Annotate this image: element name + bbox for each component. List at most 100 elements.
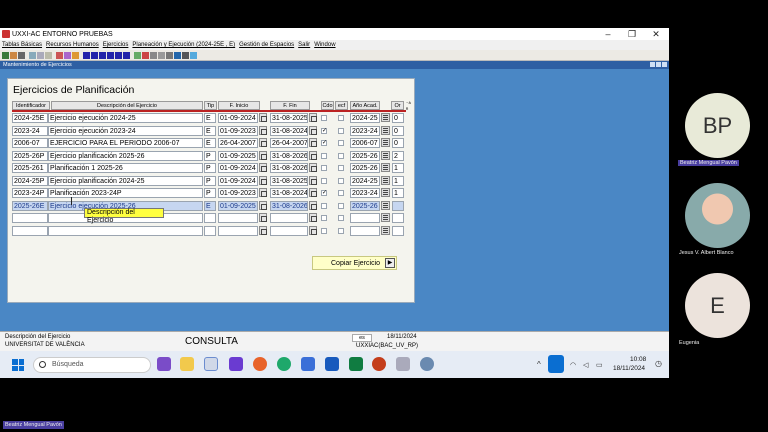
fecha-inicio-field[interactable]: 01-09-2025 (218, 200, 258, 211)
cdo-checkbox[interactable]: ✓ (321, 127, 327, 134)
ecf-checkbox[interactable] (338, 215, 344, 221)
excel-icon[interactable] (349, 357, 363, 371)
help-icon[interactable] (174, 51, 181, 59)
list-of-values-icon[interactable] (381, 138, 390, 147)
list-of-values-icon[interactable] (381, 188, 390, 197)
calendar-icon[interactable] (309, 200, 317, 210)
identificador-field[interactable]: 2025-261 (12, 163, 48, 173)
orden-field[interactable] (392, 225, 404, 236)
identificador-field[interactable]: 2023-24P (12, 188, 48, 198)
tipo-field[interactable] (204, 225, 216, 236)
fecha-fin-field[interactable]: 31-08-2025 (270, 175, 308, 186)
save-icon[interactable] (2, 51, 9, 59)
close-button[interactable]: ✕ (644, 28, 668, 40)
anio-acad-field[interactable]: 2024-25 (350, 113, 380, 123)
ecf-checkbox[interactable] (338, 202, 344, 209)
fecha-inicio-field[interactable]: 01-09-2024 (218, 163, 258, 173)
fecha-inicio-field[interactable] (218, 213, 258, 223)
orden-field[interactable]: 2 (392, 150, 404, 161)
descripcion-field[interactable]: Ejercicio ejecución 2024-25 (48, 113, 203, 123)
calendar-icon[interactable] (259, 213, 267, 222)
notifications-icon[interactable]: ◷ (655, 359, 662, 368)
execute-query-icon[interactable] (64, 51, 71, 59)
calendar-icon[interactable] (309, 163, 317, 172)
fecha-fin-field[interactable]: 31-08-2026 (270, 200, 308, 211)
fecha-inicio-field[interactable]: 01-09-2023 (218, 188, 258, 198)
calendar-icon[interactable] (309, 150, 317, 160)
participant-video-jesus[interactable] (685, 183, 750, 248)
menu-tablas-basicas[interactable]: Tablas Básicas (2, 42, 42, 48)
cdo-checkbox[interactable] (321, 177, 327, 184)
anio-acad-field[interactable]: 2025-26 (350, 163, 380, 173)
orden-field[interactable]: 1 (392, 163, 404, 173)
powerpoint-icon[interactable] (372, 357, 386, 371)
list-of-values-icon[interactable] (381, 150, 390, 160)
ecf-checkbox[interactable] (338, 165, 344, 171)
cdo-checkbox[interactable] (321, 202, 327, 209)
menu-gestion-espacios[interactable]: Gestión de Espacios (239, 42, 294, 48)
edit-icon[interactable] (182, 51, 189, 59)
calendar-icon[interactable] (259, 188, 267, 197)
calendar-icon[interactable] (259, 225, 267, 235)
anio-acad-field[interactable]: 2006-07 (350, 138, 380, 148)
fecha-inicio-field[interactable]: 01-09-2023 (218, 125, 258, 136)
orden-field[interactable] (392, 213, 404, 223)
tipo-field[interactable]: P (204, 163, 216, 173)
fecha-fin-field[interactable]: 26-04-2007 (270, 138, 308, 148)
minimize-button[interactable]: – (596, 28, 620, 40)
exit-icon[interactable] (10, 51, 17, 59)
first-record-icon[interactable] (83, 51, 90, 59)
cancel-query-icon[interactable] (72, 51, 79, 59)
cdo-checkbox[interactable] (321, 115, 327, 121)
fecha-inicio-field[interactable] (218, 225, 258, 236)
fecha-inicio-field[interactable]: 01-09-2025 (218, 150, 258, 161)
tipo-field[interactable] (204, 213, 216, 223)
chevron-up-icon[interactable]: ^ (537, 360, 541, 369)
last-record-icon[interactable] (123, 51, 130, 59)
fecha-fin-field[interactable]: 31-08-2024 (270, 125, 308, 136)
calendar-icon[interactable] (309, 225, 317, 235)
anio-acad-field[interactable]: 2023-24 (350, 125, 380, 136)
store-icon[interactable] (301, 357, 315, 371)
clear-form-icon[interactable] (158, 51, 165, 59)
calendar-icon[interactable] (309, 125, 317, 135)
calendar-icon[interactable] (259, 113, 267, 122)
fecha-inicio-field[interactable]: 01-09-2024 (218, 175, 258, 186)
calendar-icon[interactable] (259, 163, 267, 172)
anio-acad-field[interactable] (350, 213, 380, 223)
maximize-button[interactable]: ❐ (620, 28, 644, 40)
cdo-checkbox[interactable]: ✓ (321, 140, 327, 146)
paste-icon[interactable] (45, 51, 52, 59)
list-of-values-icon[interactable] (381, 200, 390, 210)
taskbar-search[interactable]: Búsqueda (33, 357, 151, 373)
ecf-checkbox[interactable] (338, 115, 344, 121)
menu-ejercicios[interactable]: Ejercicios (103, 42, 129, 48)
list-of-values-icon[interactable] (381, 125, 390, 135)
ecf-checkbox[interactable] (338, 177, 344, 184)
prev-record-icon[interactable] (99, 51, 106, 59)
identificador-field[interactable]: 2023-24 (12, 125, 48, 136)
cut-icon[interactable] (29, 51, 36, 59)
identificador-field[interactable]: 2025-26E (12, 200, 48, 211)
ecf-checkbox[interactable] (338, 140, 344, 146)
participant-avatar-e[interactable]: E (685, 273, 750, 338)
identificador-field[interactable]: 2024-25P (12, 175, 48, 186)
calendar-icon[interactable] (309, 113, 317, 122)
tipo-field[interactable]: E (204, 125, 216, 136)
menu-window[interactable]: Window (314, 42, 335, 48)
cdo-checkbox[interactable] (321, 165, 327, 171)
tipo-field[interactable]: E (204, 138, 216, 148)
ecf-checkbox[interactable] (338, 152, 344, 159)
descripcion-field[interactable]: Ejercicio planificación 2024-25 (48, 175, 203, 186)
calendar-icon[interactable] (259, 150, 267, 160)
list-of-values-icon[interactable] (381, 225, 390, 235)
fecha-fin-field[interactable]: 31-08-2024 (270, 188, 308, 198)
microphone-icon[interactable] (548, 355, 564, 373)
calendar-icon[interactable] (259, 200, 267, 210)
participant-avatar-bp[interactable]: BP (685, 93, 750, 158)
orden-field[interactable]: 0 (392, 113, 404, 123)
anio-acad-field[interactable] (350, 225, 380, 236)
menu-salir[interactable]: Salir (298, 42, 310, 48)
orden-field[interactable]: 0 (392, 125, 404, 136)
tipo-field[interactable]: E (204, 113, 216, 123)
